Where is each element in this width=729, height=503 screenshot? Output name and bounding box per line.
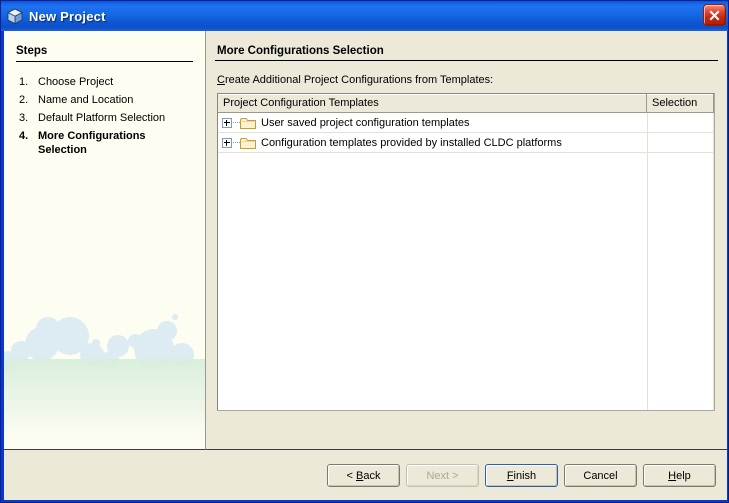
prompt-text: reate Additional Project Configurations … [224,74,494,86]
dialog-button-bar: < Back Next > Finish Cancel Help [4,451,727,500]
table-body: User saved project configuration templat… [218,113,714,410]
step-number: 1. [19,76,29,88]
step-item-2: 2. Name and Location [16,93,193,107]
finish-button[interactable]: Finish [485,464,558,487]
finish-mnemonic: F [506,469,514,482]
table-row[interactable]: User saved project configuration templat… [218,113,714,133]
folder-icon [240,117,256,129]
column-grid-line-1 [647,113,648,410]
tree-connector-line [233,142,240,143]
decorative-bubbles-watermark [4,314,205,449]
step-label: Default Platform Selection [38,112,166,124]
table-row-label: User saved project configuration templat… [261,116,470,129]
help-mnemonic: H [668,469,677,482]
close-x-glyph [709,10,720,20]
back-post: ack [363,469,381,482]
back-button[interactable]: < Back [327,464,400,487]
folder-icon [240,137,256,149]
back-pre: < [346,469,356,482]
steps-panel: Steps 1. Choose Project 2. Name and Loca… [4,31,206,450]
step-label: More Configurations Selection [38,130,146,156]
page-title-rule [215,60,718,61]
window-title: New Project [29,8,106,24]
prompt-mnemonic: C [217,74,225,86]
table-row-label: Configuration templates provided by inst… [261,136,562,149]
title-bar: New Project [1,1,728,31]
tree-connector-line [233,122,240,123]
step-item-4: 4. More Configurations Selection [16,129,193,157]
dialog-client-area: Steps 1. Choose Project 2. Name and Loca… [4,31,727,500]
page-title: More Configurations Selection [217,45,384,57]
next-button[interactable]: Next > [406,464,479,487]
help-post: elp [676,469,691,482]
step-item-1: 1. Choose Project [16,75,193,89]
new-project-dialog: New Project Steps 1. Choose Project 2. N… [0,0,729,503]
table-row[interactable]: Configuration templates provided by inst… [218,133,714,153]
column-grid-line-2 [713,113,714,410]
cube-icon [7,8,23,25]
expand-plus-icon[interactable] [222,117,232,128]
step-label: Choose Project [38,76,114,88]
step-number: 2. [19,94,29,106]
column-header-selection[interactable]: Selection [647,94,714,112]
table-header-row: Project Configuration Templates Selectio… [218,94,714,113]
expand-plus-icon[interactable] [222,137,232,148]
column-header-templates[interactable]: Project Configuration Templates [218,94,647,112]
close-icon[interactable] [703,4,726,26]
step-number: 3. [19,112,29,124]
steps-content: Steps 1. Choose Project 2. Name and Loca… [4,31,205,157]
help-button[interactable]: Help [643,464,716,487]
steps-heading-rule [16,61,193,62]
templates-table[interactable]: Project Configuration Templates Selectio… [217,93,715,411]
step-label: Name and Location [38,94,134,106]
step-number: 4. [19,130,29,142]
cancel-button[interactable]: Cancel [564,464,637,487]
finish-post: inish [513,469,537,482]
main-panel: More Configurations Selection Create Add… [206,31,727,450]
templates-prompt-label: Create Additional Project Configurations… [215,74,718,86]
step-item-3: 3. Default Platform Selection [16,111,193,125]
steps-heading: Steps [16,45,48,57]
